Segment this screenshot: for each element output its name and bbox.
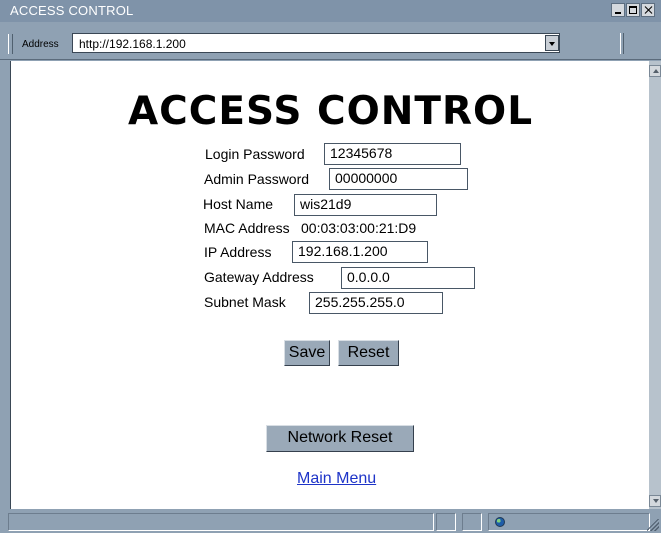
subnet-mask-label: Subnet Mask (204, 294, 286, 310)
ip-address-label: IP Address (204, 244, 272, 260)
host-name-input[interactable]: wis21d9 (294, 194, 437, 216)
close-icon[interactable] (641, 3, 655, 17)
login-password-input[interactable]: 12345678 (324, 143, 461, 165)
mac-address-value: 00:03:03:00:21:D9 (301, 220, 417, 236)
admin-password-input[interactable]: 00000000 (329, 168, 468, 190)
status-pane-2 (462, 513, 482, 531)
subnet-mask-input[interactable]: 255.255.255.0 (309, 292, 443, 314)
maximize-icon[interactable] (626, 3, 640, 17)
minimize-icon[interactable] (611, 3, 625, 17)
gateway-address-label: Gateway Address (204, 269, 314, 285)
page-content: ACCESS CONTROL Login Password 12345678 A… (10, 61, 649, 509)
admin-password-label: Admin Password (204, 171, 310, 187)
window-controls (611, 3, 655, 17)
page-title: ACCESS CONTROL (127, 89, 534, 134)
status-text-pane (8, 513, 434, 531)
vertical-scrollbar[interactable] (649, 61, 661, 509)
window-title: ACCESS CONTROL (10, 3, 134, 18)
login-password-label: Login Password (205, 146, 305, 162)
address-dropdown-icon[interactable] (545, 35, 559, 51)
host-name-label: Host Name (203, 196, 274, 212)
globe-icon (495, 517, 505, 527)
status-pane-1 (436, 513, 456, 531)
browser-window: ACCESS CONTROL Address http://192.168.1.… (0, 0, 661, 533)
status-bar (0, 509, 661, 533)
toolbar-separator (620, 33, 624, 54)
main-menu-link[interactable]: Main Menu (297, 470, 376, 488)
gateway-address-input[interactable]: 0.0.0.0 (341, 267, 475, 289)
address-bar: Address http://192.168.1.200 (0, 22, 661, 60)
ip-address-input[interactable]: 192.168.1.200 (292, 241, 428, 263)
scroll-up-icon[interactable] (649, 65, 661, 77)
resize-grip-icon[interactable] (647, 519, 659, 531)
title-bar[interactable]: ACCESS CONTROL (0, 0, 661, 22)
scroll-down-icon[interactable] (649, 495, 661, 507)
address-input[interactable]: http://192.168.1.200 (72, 33, 560, 53)
mac-address-label: MAC Address (204, 220, 290, 236)
network-reset-button[interactable]: Network Reset (266, 425, 414, 452)
status-zone-pane (488, 513, 650, 531)
toolbar-grip-icon[interactable] (8, 34, 13, 54)
reset-button[interactable]: Reset (338, 340, 399, 366)
save-button[interactable]: Save (284, 340, 330, 366)
address-label: Address (22, 39, 59, 50)
